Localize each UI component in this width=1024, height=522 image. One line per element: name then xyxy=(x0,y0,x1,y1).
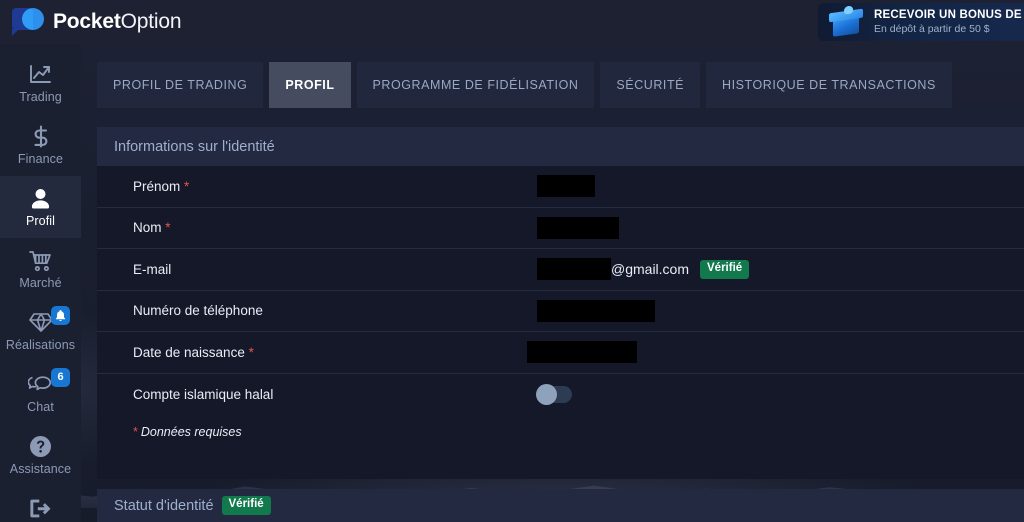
telephone-redacted-value[interactable] xyxy=(537,299,655,322)
bell-icon xyxy=(55,309,66,321)
field-label: Nom * xyxy=(133,220,537,235)
field-value[interactable] xyxy=(537,216,619,239)
brand-name-bold: Pocket xyxy=(53,10,121,33)
left-sidebar: Trading Finance Profil Marché Réalisatio… xyxy=(0,44,81,522)
email-verified-badge: Vérifié xyxy=(700,260,750,279)
sidebar-item-trading[interactable]: Trading xyxy=(0,52,81,114)
sidebar-item-finance[interactable]: Finance xyxy=(0,114,81,176)
identity-status-badge: Vérifié xyxy=(221,496,271,515)
nom-redacted-value[interactable] xyxy=(537,216,619,239)
sidebar-item-label: Profil xyxy=(25,213,56,228)
tab-profil[interactable]: PROFIL xyxy=(269,62,351,108)
field-value[interactable] xyxy=(537,175,595,198)
chat-unread-badge[interactable]: 6 xyxy=(51,368,70,387)
email-redacted-value[interactable] xyxy=(537,258,611,281)
form-row-email: E-mail @gmail.com Vérifié xyxy=(97,249,1024,291)
field-value[interactable]: @gmail.com Vérifié xyxy=(537,258,750,281)
field-label-text: Numéro de téléphone xyxy=(133,303,263,319)
field-label-text: Prénom xyxy=(133,178,181,194)
bonus-promo-banner[interactable]: RECEVOIR UN BONUS DE En dépôt à partir d… xyxy=(818,3,1024,41)
sidebar-item-realisations[interactable]: Réalisations xyxy=(0,300,81,362)
field-label: Numéro de téléphone xyxy=(133,303,537,318)
form-row-compte-islamique-halal: Compte islamique halal xyxy=(97,374,1024,416)
logout-icon xyxy=(29,497,52,521)
required-marker: * xyxy=(133,425,138,439)
sidebar-item-label: Assistance xyxy=(9,461,72,476)
user-icon xyxy=(30,187,51,211)
question-circle-icon xyxy=(30,435,51,459)
field-value[interactable] xyxy=(527,341,637,364)
required-fields-note-text: Données requises xyxy=(140,425,242,439)
field-value[interactable] xyxy=(537,299,655,322)
sidebar-item-label: Trading xyxy=(19,89,62,104)
form-row-prenom: Prénom * xyxy=(97,166,1024,208)
sidebar-item-label: Marché xyxy=(19,275,62,290)
halal-account-toggle[interactable] xyxy=(536,383,572,405)
sidebar-item-marche[interactable]: Marché xyxy=(0,238,81,300)
tab-profil-de-trading[interactable]: PROFIL DE TRADING xyxy=(97,62,264,108)
field-value[interactable] xyxy=(536,383,572,405)
diamond-icon xyxy=(28,311,53,335)
sidebar-item-deconnexion[interactable]: Déconnexion xyxy=(0,486,81,522)
field-label: E-mail xyxy=(133,262,537,277)
brand-name-light: Option xyxy=(120,10,182,33)
form-row-telephone: Numéro de téléphone xyxy=(97,291,1024,332)
sidebar-item-chat[interactable]: 6 Chat xyxy=(0,362,81,424)
brand-logo[interactable]: PocketOption xyxy=(0,7,182,37)
tab-historique-de-transactions[interactable]: HISTORIQUE DE TRANSACTIONS xyxy=(706,62,952,108)
field-label-text: Date de naissance xyxy=(133,344,245,360)
field-label: Prénom * xyxy=(133,179,537,194)
chart-line-icon xyxy=(29,63,52,87)
required-marker: * xyxy=(184,178,190,194)
sidebar-item-profil[interactable]: Profil xyxy=(0,176,81,238)
identity-section-title: Informations sur l'identité xyxy=(114,138,275,155)
toggle-knob xyxy=(536,383,557,405)
form-row-nom: Nom * xyxy=(97,208,1024,249)
field-label: Date de naissance * xyxy=(133,345,537,360)
promo-subtitle: En dépôt à partir de 50 $ xyxy=(874,22,990,35)
date-de-naissance-redacted-value[interactable] xyxy=(527,341,637,364)
required-marker: * xyxy=(165,220,171,236)
required-fields-note: * Données requises xyxy=(97,415,1024,449)
identity-section-header: Informations sur l'identité xyxy=(97,127,1024,166)
gift-box-icon xyxy=(824,5,870,39)
promo-text: RECEVOIR UN BONUS DE En dépôt à partir d… xyxy=(870,8,1022,36)
sidebar-item-assistance[interactable]: Assistance xyxy=(0,424,81,486)
shopping-cart-icon xyxy=(28,249,53,273)
notification-badge[interactable] xyxy=(51,306,70,325)
tab-programme-de-fidelisation[interactable]: PROGRAMME DE FIDÉLISATION xyxy=(356,62,595,108)
form-row-date-de-naissance: Date de naissance * xyxy=(97,332,1024,374)
sidebar-item-label: Chat xyxy=(27,399,54,414)
pocketoption-logo-icon xyxy=(12,7,44,37)
brand-name: PocketOption xyxy=(53,10,182,34)
field-label-text: E-mail xyxy=(133,261,172,277)
sidebar-item-label: Finance xyxy=(17,151,64,166)
identity-form: Prénom * Nom * E-mail @gmail.com Vérifié… xyxy=(97,166,1024,479)
tab-securite[interactable]: SÉCURITÉ xyxy=(600,62,701,108)
sidebar-item-label: Réalisations xyxy=(5,337,76,352)
profile-tab-bar: PROFIL DE TRADING PROFIL PROGRAMME DE FI… xyxy=(97,62,952,108)
dollar-icon xyxy=(33,125,49,149)
field-label: Compte islamique halal xyxy=(133,387,537,402)
email-domain-text: @gmail.com xyxy=(611,261,690,278)
field-label-text: Compte islamique halal xyxy=(133,386,274,402)
app-root: PocketOption RECEVOIR UN BONUS DE En dép… xyxy=(0,0,1024,522)
field-label-text: Nom xyxy=(133,220,162,236)
identity-status-title: Statut d'identité xyxy=(114,497,214,514)
prenom-redacted-value[interactable] xyxy=(537,175,595,198)
identity-status-header: Statut d'identité Vérifié xyxy=(97,489,1024,522)
promo-title: RECEVOIR UN BONUS DE xyxy=(874,9,1022,22)
required-marker: * xyxy=(248,344,254,360)
chat-bubbles-icon xyxy=(28,373,53,397)
top-header-bar: PocketOption RECEVOIR UN BONUS DE En dép… xyxy=(0,0,1024,44)
